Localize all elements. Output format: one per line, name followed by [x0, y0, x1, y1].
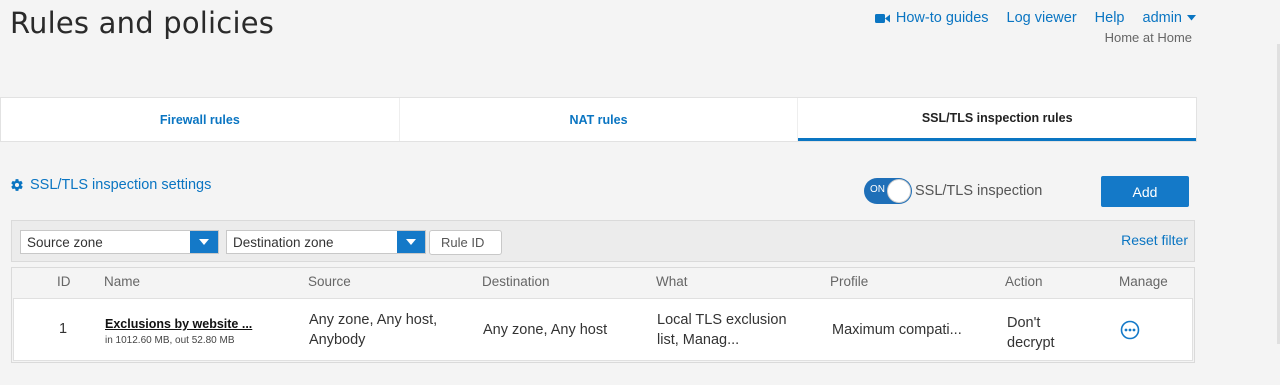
rule-action-line1: Don't	[1007, 315, 1041, 331]
gear-icon	[11, 179, 23, 191]
page-title: Rules and policies	[10, 6, 275, 40]
source-zone-value: Source zone	[27, 234, 103, 250]
rule-source: Any zone, Any host, Anybody	[309, 310, 437, 350]
rule-traffic: in 1012.60 MB, out 52.80 MB	[105, 335, 235, 346]
rules-tabs: Firewall rules NAT rules SSL/TLS inspect…	[0, 97, 1197, 142]
more-options-icon[interactable]	[1120, 320, 1140, 340]
rule-action: Don't decrypt	[1007, 313, 1055, 353]
table-row[interactable]: 1 Exclusions by website ... in 1012.60 M…	[13, 298, 1193, 361]
rule-id: 1	[59, 321, 68, 337]
destination-zone-value: Destination zone	[233, 234, 334, 250]
header-name: Name	[104, 274, 141, 289]
howto-guides-link[interactable]: How-to guides	[874, 10, 989, 26]
rule-profile: Maximum compati...	[832, 322, 962, 338]
reset-filter-link[interactable]: Reset filter	[1121, 232, 1188, 248]
rule-source-line1: Any zone, Any host,	[309, 312, 438, 328]
header-action: Action	[1005, 274, 1043, 289]
filter-bar: Source zone Destination zone Reset filte…	[11, 220, 1195, 262]
caret-down-icon	[1187, 15, 1196, 21]
tab-firewall-rules[interactable]: Firewall rules	[1, 98, 400, 141]
help-link[interactable]: Help	[1095, 10, 1125, 26]
video-camera-icon	[874, 13, 890, 23]
howto-guides-label: How-to guides	[895, 10, 989, 26]
admin-menu[interactable]: admin	[1142, 10, 1196, 26]
rules-table: ID Name Source Destination What Profile …	[11, 267, 1195, 363]
chevron-down-icon	[190, 231, 218, 253]
toggle-label: SSL/TLS inspection	[915, 183, 1043, 199]
rule-what: Local TLS exclusion list, Manag...	[657, 310, 787, 350]
rule-destination: Any zone, Any host	[483, 322, 608, 338]
ssl-tls-settings-label: SSL/TLS inspection settings	[30, 177, 212, 193]
rule-source-line2: Anybody	[309, 332, 366, 348]
chevron-down-icon	[397, 231, 425, 253]
ssl-tls-inspection-toggle[interactable]: ON	[864, 178, 912, 204]
header-source: Source	[308, 274, 351, 289]
destination-zone-select[interactable]: Destination zone	[226, 230, 426, 254]
header-profile: Profile	[830, 274, 869, 289]
rule-what-line2: list, Manag...	[657, 332, 740, 348]
table-header: ID Name Source Destination What Profile …	[12, 268, 1194, 297]
rule-id-input[interactable]	[429, 230, 502, 255]
tab-nat-rules[interactable]: NAT rules	[400, 98, 799, 141]
tab-ssl-tls-inspection-rules[interactable]: SSL/TLS inspection rules	[798, 98, 1197, 141]
device-location: Home at Home	[1104, 30, 1192, 45]
log-viewer-link[interactable]: Log viewer	[1007, 10, 1077, 26]
top-navigation: How-to guides Log viewer Help admin	[874, 10, 1196, 26]
ssl-tls-settings-link[interactable]: SSL/TLS inspection settings	[10, 177, 211, 193]
header-destination: Destination	[482, 274, 550, 289]
header-manage: Manage	[1119, 274, 1168, 289]
rule-action-line2: decrypt	[1007, 335, 1055, 351]
rule-name-cell: Exclusions by website ... in 1012.60 MB,…	[105, 314, 252, 348]
toggle-knob	[887, 179, 911, 203]
toggle-state-label: ON	[870, 184, 885, 195]
add-button[interactable]: Add	[1101, 176, 1189, 207]
header-what: What	[656, 274, 688, 289]
source-zone-select[interactable]: Source zone	[20, 230, 219, 254]
header-id: ID	[57, 274, 71, 289]
rule-name-link[interactable]: Exclusions by website ...	[105, 314, 252, 334]
rule-what-line1: Local TLS exclusion	[657, 312, 787, 328]
admin-label: admin	[1142, 10, 1183, 26]
